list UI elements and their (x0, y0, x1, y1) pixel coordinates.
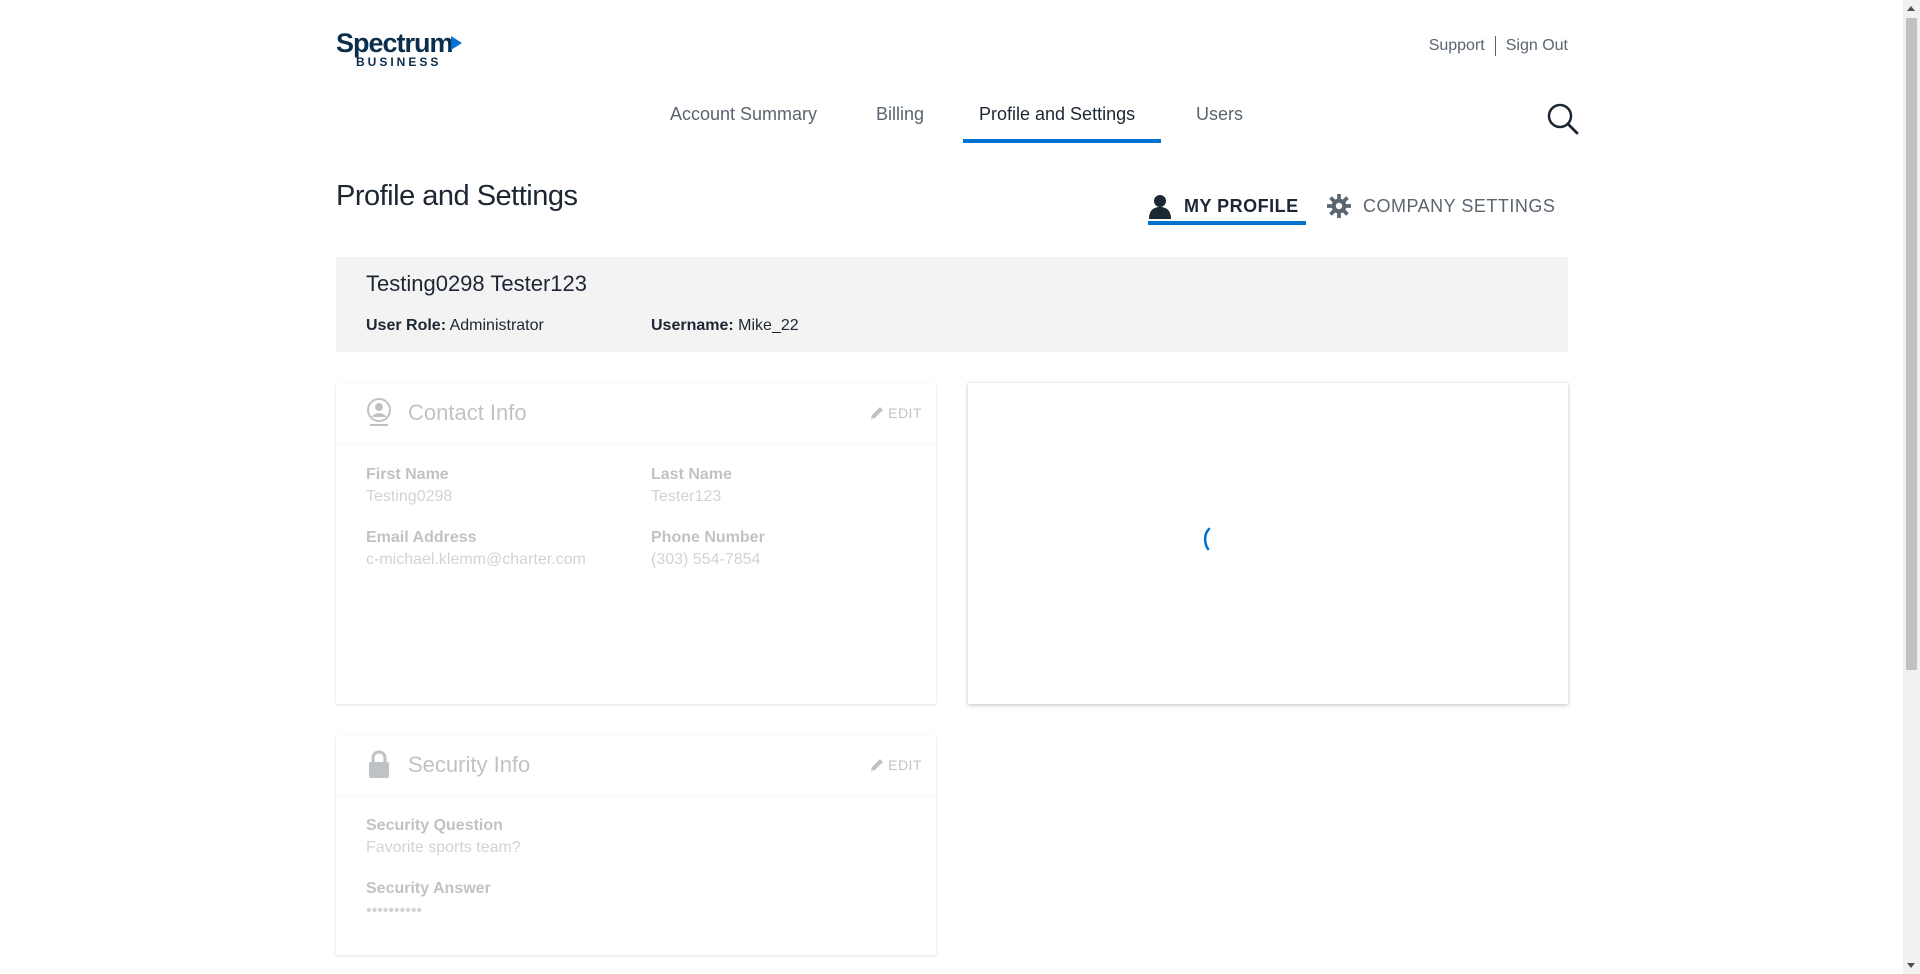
loading-spinner-icon (1203, 527, 1211, 551)
person-icon (1149, 195, 1171, 219)
user-role: User Role: Administrator (366, 317, 544, 335)
page-title: Profile and Settings (336, 180, 578, 212)
profile-full-name: Testing0298 Tester123 (366, 271, 587, 296)
page: Spectrum BUSINESS Support Sign Out Accou… (0, 0, 1920, 974)
support-link[interactable]: Support (1429, 37, 1485, 55)
nav-profile-and-settings[interactable]: Profile and Settings (979, 104, 1135, 125)
phone-field: Phone Number (303) 554-7854 (651, 529, 765, 569)
user-role-value: Administrator (449, 317, 544, 334)
security-answer-value: •••••••••• (366, 902, 423, 919)
phone-value: (303) 554-7854 (651, 551, 761, 568)
sign-out-link[interactable]: Sign Out (1506, 37, 1568, 55)
security-info-title: Security Info (408, 752, 531, 777)
scroll-down-arrow-icon[interactable] (1907, 963, 1915, 968)
security-question-value: Favorite sports team? (366, 839, 521, 856)
contact-icon (367, 398, 391, 426)
user-role-label: User Role: (366, 317, 447, 334)
contact-info-header: Contact Info EDIT (336, 383, 936, 445)
security-info-card: Security Info EDIT Security Question Fav… (336, 735, 936, 955)
main-nav: Account Summary Billing Profile and Sett… (0, 100, 1920, 146)
tab-active-indicator (1148, 221, 1306, 225)
last-name-label: Last Name (651, 466, 732, 483)
nav-billing[interactable]: Billing (876, 104, 924, 125)
scroll-thumb[interactable] (1906, 18, 1917, 670)
security-answer-label: Security Answer (366, 880, 491, 897)
username-label: Username: (651, 317, 734, 334)
security-question-label: Security Question (366, 817, 503, 834)
spectrum-business-logo[interactable]: Spectrum BUSINESS (336, 28, 466, 69)
tab-my-profile[interactable]: MY PROFILE (1148, 188, 1299, 224)
email-field: Email Address c-michael.klemm@charter.co… (366, 529, 586, 569)
security-info-header: Security Info EDIT (336, 735, 936, 797)
utility-links: Support Sign Out (1429, 36, 1568, 56)
tab-company-settings[interactable]: COMPANY SETTINGS (1327, 188, 1555, 224)
contact-edit-label: EDIT (888, 405, 922, 421)
contact-info-title: Contact Info (408, 400, 527, 425)
username: Username: Mike_22 (651, 317, 799, 335)
profile-summary: Testing0298 Tester123 User Role: Adminis… (336, 257, 1568, 352)
contact-info-card: Contact Info EDIT First Name Testing0298… (336, 383, 936, 704)
tab-my-profile-label: MY PROFILE (1184, 195, 1299, 216)
security-edit-label: EDIT (888, 757, 922, 773)
phone-label: Phone Number (651, 529, 765, 546)
contact-info-content: Contact Info EDIT First Name Testing0298… (336, 383, 936, 704)
lock-icon (369, 750, 389, 778)
search-icon[interactable] (1546, 102, 1580, 136)
email-value: c-michael.klemm@charter.com (366, 551, 586, 568)
first-name-value: Testing0298 (366, 488, 453, 505)
first-name-label: First Name (366, 466, 449, 483)
utility-divider (1494, 36, 1496, 56)
last-name-value: Tester123 (651, 488, 722, 505)
first-name-field: First Name Testing0298 (366, 466, 452, 506)
logo-arrow-icon (451, 36, 462, 50)
last-name-field: Last Name Tester123 (651, 466, 732, 506)
security-answer-field: Security Answer •••••••••• (366, 880, 491, 920)
logo-subtitle: BUSINESS (356, 55, 442, 69)
tab-company-settings-label: COMPANY SETTINGS (1363, 195, 1556, 216)
pencil-icon (871, 759, 884, 771)
gear-icon (1327, 194, 1351, 218)
nav-active-indicator (963, 139, 1161, 143)
contact-edit-button[interactable]: EDIT (870, 405, 922, 421)
security-question-field: Security Question Favorite sports team? (366, 817, 521, 857)
username-value: Mike_22 (738, 317, 799, 334)
loading-panel (968, 383, 1568, 704)
pencil-icon (871, 407, 884, 419)
security-info-content: Security Info EDIT Security Question Fav… (336, 735, 936, 955)
nav-account-summary[interactable]: Account Summary (670, 104, 817, 125)
nav-users[interactable]: Users (1196, 104, 1243, 125)
page-scrollbar[interactable] (1903, 0, 1920, 974)
security-edit-button[interactable]: EDIT (870, 757, 922, 773)
email-label: Email Address (366, 529, 477, 546)
scroll-up-arrow-icon[interactable] (1907, 6, 1915, 11)
